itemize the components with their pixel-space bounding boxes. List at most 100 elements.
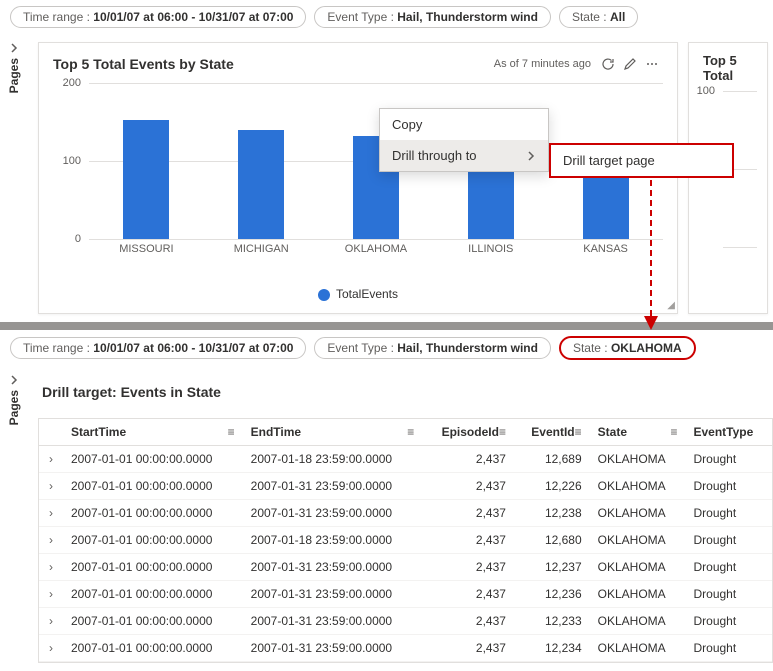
cell-state: OKLAHOMA xyxy=(590,635,686,662)
top-filter-bar: Time range : 10/01/07 at 06:00 - 10/31/0… xyxy=(0,0,773,34)
expand-row-icon[interactable]: › xyxy=(39,554,63,581)
cell-state: OKLAHOMA xyxy=(590,527,686,554)
cell-eventtype: Drought xyxy=(686,500,773,527)
y-tick: 100 xyxy=(63,155,81,167)
cell-endtime: 2007-01-31 23:59:00.0000 xyxy=(243,500,423,527)
cell-eventid: 12,680 xyxy=(514,527,590,554)
time-range-value: 10/01/07 at 06:00 - 10/31/07 at 07:00 xyxy=(93,341,293,355)
col-eventid[interactable]: EventId ≡ xyxy=(514,419,590,446)
col-state[interactable]: State≡ xyxy=(590,419,686,446)
ctx-copy[interactable]: Copy xyxy=(380,109,548,140)
table-row[interactable]: ›2007-01-01 00:00:00.00002007-01-18 23:5… xyxy=(39,446,772,473)
state-value: All xyxy=(610,10,625,24)
cell-eventtype: Drought xyxy=(686,581,773,608)
more-icon[interactable] xyxy=(641,53,663,75)
pages-sidebar-top[interactable]: Pages xyxy=(0,34,28,322)
column-menu-icon[interactable]: ≡ xyxy=(499,425,506,439)
pages-label: Pages xyxy=(7,58,21,93)
edit-icon[interactable] xyxy=(619,53,641,75)
cell-starttime: 2007-01-01 00:00:00.0000 xyxy=(63,608,243,635)
cell-starttime: 2007-01-01 00:00:00.0000 xyxy=(63,527,243,554)
expand-row-icon[interactable]: › xyxy=(39,608,63,635)
state-label: State : xyxy=(573,341,608,355)
cell-eventid: 12,233 xyxy=(514,608,590,635)
bar-chart[interactable]: 200 100 0 MISSOURIMICHIGANOKLAHOMAILLINO… xyxy=(39,79,677,279)
chart-timestamp: As of 7 minutes ago xyxy=(494,58,591,70)
col-starttime[interactable]: StartTime≡ xyxy=(63,419,243,446)
ctx-drill-label: Drill through to xyxy=(392,148,477,163)
event-type-label: Event Type : xyxy=(327,10,394,24)
cell-state: OKLAHOMA xyxy=(590,446,686,473)
context-submenu: Drill target page xyxy=(549,143,734,178)
table-row[interactable]: ›2007-01-01 00:00:00.00002007-01-31 23:5… xyxy=(39,608,772,635)
refresh-icon[interactable] xyxy=(597,53,619,75)
expand-row-icon[interactable]: › xyxy=(39,446,63,473)
expand-row-icon[interactable]: › xyxy=(39,635,63,662)
time-range-pill[interactable]: Time range : 10/01/07 at 06:00 - 10/31/0… xyxy=(10,6,306,28)
cell-starttime: 2007-01-01 00:00:00.0000 xyxy=(63,473,243,500)
table-row[interactable]: ›2007-01-01 00:00:00.00002007-01-31 23:5… xyxy=(39,581,772,608)
time-range-label: Time range : xyxy=(23,341,90,355)
cell-endtime: 2007-01-31 23:59:00.0000 xyxy=(243,581,423,608)
cell-eventtype: Drought xyxy=(686,608,773,635)
chevron-right-icon xyxy=(526,151,536,161)
event-type-pill[interactable]: Event Type : Hail, Thunderstorm wind xyxy=(314,6,551,28)
chevron-right-icon xyxy=(8,42,20,54)
column-menu-icon[interactable]: ≡ xyxy=(575,425,582,439)
context-menu: Copy Drill through to xyxy=(379,108,549,172)
annotation-arrow xyxy=(636,180,666,340)
column-menu-icon[interactable]: ≡ xyxy=(670,425,677,439)
pages-sidebar-bottom[interactable]: Pages xyxy=(0,366,28,671)
table-row[interactable]: ›2007-01-01 00:00:00.00002007-01-31 23:5… xyxy=(39,554,772,581)
state-pill[interactable]: State : All xyxy=(559,6,638,28)
time-range-value: 10/01/07 at 06:00 - 10/31/07 at 07:00 xyxy=(93,10,293,24)
cell-eventtype: Drought xyxy=(686,446,773,473)
expand-row-icon[interactable]: › xyxy=(39,527,63,554)
cell-episodeid: 2,437 xyxy=(422,446,514,473)
expand-row-icon[interactable]: › xyxy=(39,581,63,608)
cell-eventid: 12,234 xyxy=(514,635,590,662)
x-axis-label: OKLAHOMA xyxy=(326,243,426,261)
table-header-row: StartTime≡ EndTime≡ EpisodeId ≡ EventId … xyxy=(39,419,772,446)
resize-handle-icon[interactable]: ◢ xyxy=(667,300,675,311)
table-row[interactable]: ›2007-01-01 00:00:00.00002007-01-31 23:5… xyxy=(39,473,772,500)
state-label: State : xyxy=(572,10,607,24)
col-eventtype[interactable]: EventType xyxy=(686,419,773,446)
table-row[interactable]: ›2007-01-01 00:00:00.00002007-01-18 23:5… xyxy=(39,527,772,554)
time-range-label: Time range : xyxy=(23,10,90,24)
ctx-drill-through[interactable]: Drill through to xyxy=(380,140,548,171)
cell-endtime: 2007-01-18 23:59:00.0000 xyxy=(243,527,423,554)
chart-bar[interactable] xyxy=(238,130,284,239)
chart-legend: TotalEvents xyxy=(39,279,677,313)
cell-eventtype: Drought xyxy=(686,554,773,581)
x-axis-label: MISSOURI xyxy=(96,243,196,261)
table-row[interactable]: ›2007-01-01 00:00:00.00002007-01-31 23:5… xyxy=(39,635,772,662)
expand-row-icon[interactable]: › xyxy=(39,500,63,527)
chart-title: Top 5 Total Events by State xyxy=(53,56,494,72)
cell-eventtype: Drought xyxy=(686,473,773,500)
event-type-label: Event Type : xyxy=(327,341,394,355)
state-value: OKLAHOMA xyxy=(611,341,682,355)
cell-starttime: 2007-01-01 00:00:00.0000 xyxy=(63,635,243,662)
column-menu-icon[interactable]: ≡ xyxy=(407,425,414,439)
event-type-pill[interactable]: Event Type : Hail, Thunderstorm wind xyxy=(314,337,551,359)
time-range-pill[interactable]: Time range : 10/01/07 at 06:00 - 10/31/0… xyxy=(10,337,306,359)
cell-state: OKLAHOMA xyxy=(590,581,686,608)
chart-panel: Top 5 Total Events by State As of 7 minu… xyxy=(38,42,678,314)
col-endtime[interactable]: EndTime≡ xyxy=(243,419,423,446)
chart-bar[interactable] xyxy=(123,120,169,239)
state-pill-highlighted[interactable]: State : OKLAHOMA xyxy=(559,336,696,360)
cell-eventid: 12,237 xyxy=(514,554,590,581)
ctx-drill-target-page[interactable]: Drill target page xyxy=(551,145,732,176)
expand-row-icon[interactable]: › xyxy=(39,473,63,500)
cell-eventtype: Drought xyxy=(686,527,773,554)
column-menu-icon[interactable]: ≡ xyxy=(228,425,235,439)
cell-starttime: 2007-01-01 00:00:00.0000 xyxy=(63,554,243,581)
x-axis-label: ILLINOIS xyxy=(441,243,541,261)
x-axis-label: MICHIGAN xyxy=(211,243,311,261)
table-row[interactable]: ›2007-01-01 00:00:00.00002007-01-31 23:5… xyxy=(39,500,772,527)
cell-episodeid: 2,437 xyxy=(422,527,514,554)
cell-episodeid: 2,437 xyxy=(422,473,514,500)
cell-starttime: 2007-01-01 00:00:00.0000 xyxy=(63,581,243,608)
col-episodeid[interactable]: EpisodeId ≡ xyxy=(422,419,514,446)
